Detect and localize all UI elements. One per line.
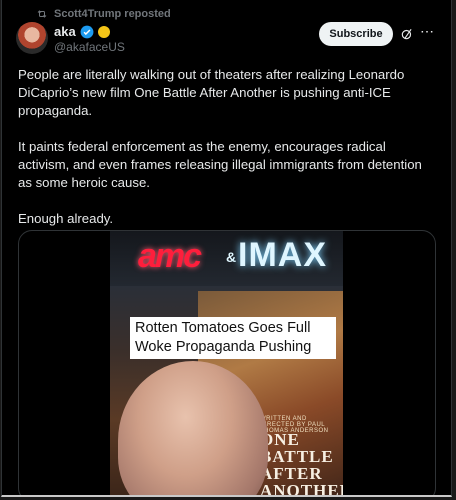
theater-sign: amc & IMAX [110,231,343,286]
tweet-paragraph: It paints federal enforcement as the ene… [18,139,422,190]
imax-logo: IMAX [238,236,327,274]
amc-logo: amc [138,237,202,275]
avatar[interactable] [16,22,48,54]
repost-header[interactable]: Scott4Trump reposted [36,6,171,22]
video-media[interactable]: amc & IMAX WRITTEN AND DIRECTED BY PAUL … [18,230,436,497]
repost-icon [37,10,47,18]
sign-ampersand: & [226,249,237,265]
repost-label: Scott4Trump reposted [54,8,171,20]
post-card[interactable]: Scott4Trump reposted aka @akafaceUS Subs… [1,0,452,497]
author-name[interactable]: aka [54,24,76,39]
verified-badge-icon [80,25,94,38]
subscribe-button[interactable]: Subscribe [319,22,393,46]
author-handle[interactable]: @akafaceUS [54,40,125,54]
emoji-badge-icon [97,25,110,38]
tweet-paragraph: Enough already. [18,211,114,226]
tweet-paragraph: People are literally walking out of thea… [18,67,405,118]
video-caption: Rotten Tomatoes Goes Full Woke Propagand… [130,317,336,359]
poster-title: ONE BATTLE AFTER ANOTHER [260,430,343,497]
more-options-icon[interactable]: ⋯ [420,24,434,40]
grok-icon[interactable] [400,27,414,41]
video-player[interactable]: amc & IMAX WRITTEN AND DIRECTED BY PAUL … [110,231,343,497]
tweet-text: People are literally walking out of thea… [18,66,428,246]
